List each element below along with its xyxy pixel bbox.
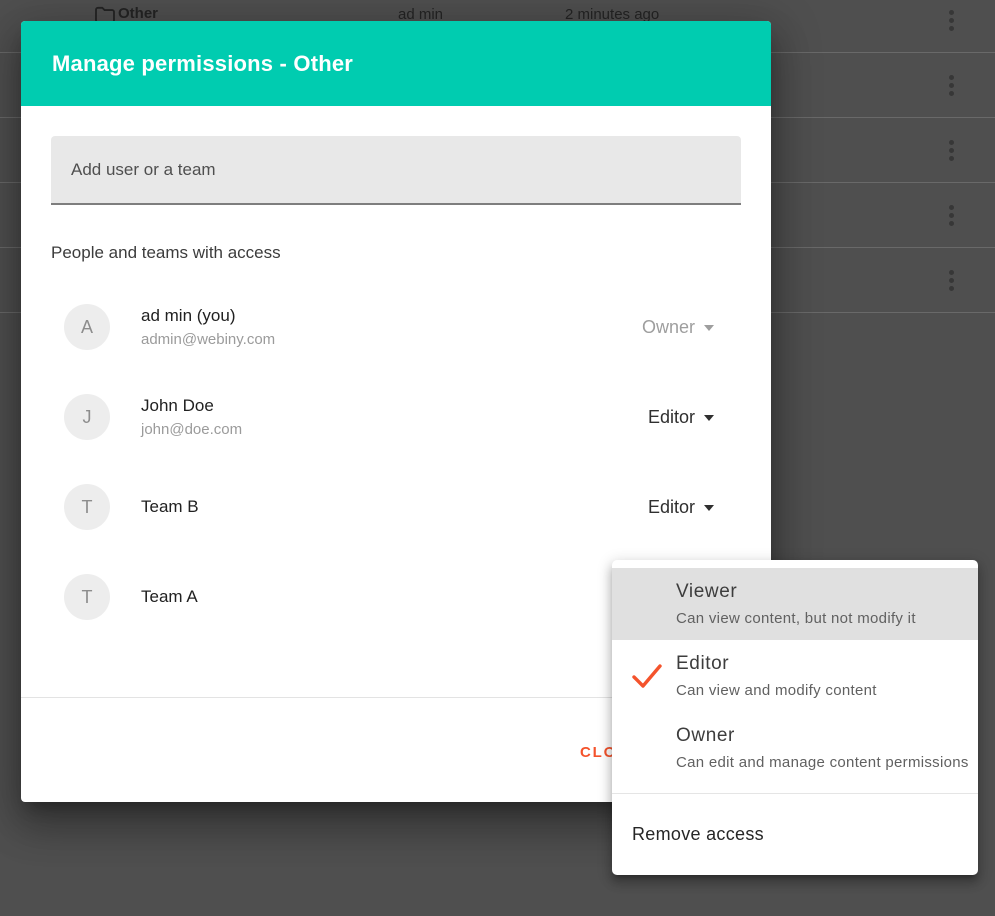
role-option-owner[interactable]: Owner Can edit and manage content permis…: [612, 712, 978, 784]
role-value: Owner: [642, 317, 695, 338]
role-value: Editor: [648, 497, 695, 518]
avatar: T: [64, 484, 110, 530]
dialog-title: Manage permissions - Other: [52, 51, 353, 77]
member-email: john@doe.com: [141, 421, 648, 438]
dialog-header: Manage permissions - Other: [21, 21, 771, 106]
role-option-viewer[interactable]: Viewer Can view content, but not modify …: [612, 568, 978, 640]
role-option-label: Editor: [676, 653, 978, 675]
member-row: T Team B Editor: [64, 462, 714, 552]
role-option-label: Owner: [676, 725, 978, 747]
role-option-editor[interactable]: Editor Can view and modify content: [612, 640, 978, 712]
role-select: Owner: [642, 317, 714, 338]
avatar: A: [64, 304, 110, 350]
access-list-label: People and teams with access: [51, 243, 281, 263]
member-name: Team B: [141, 497, 648, 517]
member-name: John Doe: [141, 396, 648, 416]
avatar: T: [64, 574, 110, 620]
role-option-description: Can view content, but not modify it: [676, 610, 978, 627]
role-value: Editor: [648, 407, 695, 428]
member-name: ad min (you): [141, 306, 642, 326]
role-select[interactable]: Editor: [648, 497, 714, 518]
check-icon: [632, 663, 662, 689]
avatar: J: [64, 394, 110, 440]
caret-down-icon: [704, 415, 714, 421]
member-row: A ad min (you) admin@webiny.com Owner: [64, 282, 714, 372]
role-option-description: Can edit and manage content permissions: [676, 754, 978, 771]
remove-access-item[interactable]: Remove access: [612, 794, 978, 875]
add-user-or-team-input[interactable]: [51, 136, 741, 205]
role-option-label: Viewer: [676, 581, 978, 603]
role-option-description: Can view and modify content: [676, 682, 978, 699]
role-select[interactable]: Editor: [648, 407, 714, 428]
caret-down-icon: [704, 505, 714, 511]
member-row: J John Doe john@doe.com Editor: [64, 372, 714, 462]
role-menu: Viewer Can view content, but not modify …: [612, 560, 978, 875]
member-email: admin@webiny.com: [141, 331, 642, 348]
caret-down-icon: [704, 325, 714, 331]
